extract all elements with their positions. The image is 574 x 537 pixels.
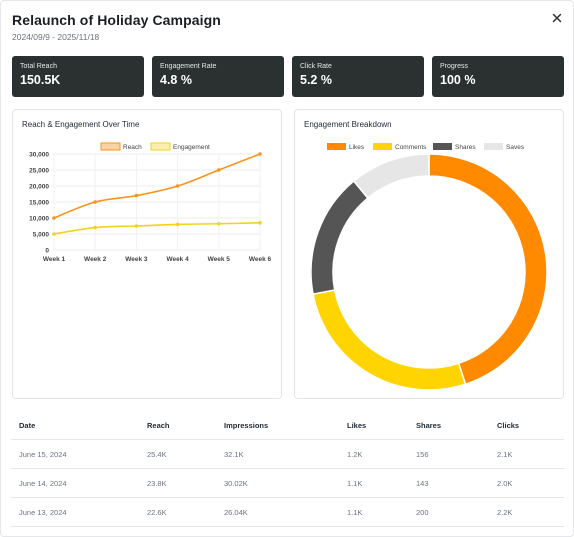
y-tick-label: 5,000 <box>33 232 50 239</box>
data-point <box>175 222 180 227</box>
legend-swatch <box>150 142 171 151</box>
slice-shares <box>310 180 369 295</box>
cell-clicks: 2.1K <box>497 450 513 459</box>
x-tick-label: Week 4 <box>166 256 189 263</box>
y-tick-label: 0 <box>45 248 49 255</box>
data-point <box>217 221 221 226</box>
cell-shares: 200 <box>416 508 429 517</box>
cell-clicks: 2.0K <box>497 479 513 488</box>
stat-value: 5.2 % <box>300 73 332 87</box>
y-tick-label: 15,000 <box>29 200 49 207</box>
x-tick-label: Week 1 <box>43 256 66 263</box>
data-point <box>134 193 139 198</box>
legend-label: Comments <box>395 144 427 151</box>
data-point <box>217 168 221 172</box>
data-point <box>93 200 97 204</box>
slice-comments <box>312 289 467 391</box>
cell-likes: 1.2K <box>347 450 363 459</box>
legend-label: Shares <box>455 144 476 151</box>
stat-label: Progress <box>440 63 469 70</box>
stat-label: Total Reach <box>20 63 57 70</box>
legend-swatch <box>100 142 121 151</box>
cell-reach: 25.4K <box>147 450 167 459</box>
cell-impressions: 30.02K <box>224 479 248 488</box>
x-tick-label: Week 2 <box>84 256 107 263</box>
legend-label: Likes <box>349 144 365 151</box>
stat-total-reach: Total Reach 150.5K <box>12 56 144 97</box>
column-header-shares: Shares <box>416 421 442 430</box>
legend-swatch <box>373 143 392 150</box>
series-line-engagement <box>53 222 261 235</box>
legend-swatch <box>327 143 346 150</box>
table-row: June 14, 2024 23.8K 30.02K 1.1K 143 2.0K <box>11 469 564 498</box>
donut-chart-card: Engagement Breakdown Likes Comments Shares… <box>294 109 564 399</box>
cell-date: June 13, 2024 <box>19 508 67 517</box>
cell-clicks: 2.2K <box>497 508 513 517</box>
legend-swatch <box>484 143 503 150</box>
campaign-date-range: 2024/09/9 - 2025/11/18 <box>12 32 100 42</box>
legend-label: Saves <box>506 144 525 151</box>
stat-progress: Progress 100 % <box>432 56 564 97</box>
cell-likes: 1.1K <box>347 479 363 488</box>
y-tick-label: 30,000 <box>29 152 49 159</box>
cell-reach: 22.6K <box>147 508 167 517</box>
donut-chart-title: Engagement Breakdown <box>304 120 392 129</box>
table-row: June 15, 2024 25.4K 32.1K 1.2K 156 2.1K <box>11 440 564 469</box>
x-tick-label: Week 3 <box>125 256 148 263</box>
line-chart-card: Reach & Engagement Over Time 30,000 25,00… <box>12 109 282 399</box>
cell-date: June 14, 2024 <box>19 479 67 488</box>
stat-value: 150.5K <box>20 73 61 87</box>
x-tick-label: Week 6 <box>249 256 272 263</box>
column-header-impressions: Impressions <box>224 421 269 430</box>
close-icon[interactable] <box>550 11 564 25</box>
cell-likes: 1.1K <box>347 508 363 517</box>
legend-label: Reach <box>123 144 142 151</box>
y-tick-label: 10,000 <box>29 216 49 223</box>
table-header: Date Reach Impressions Likes Shares Clic… <box>11 411 564 440</box>
data-point <box>93 225 97 230</box>
stat-value: 4.8 % <box>160 73 192 87</box>
campaign-modal: Relaunch of Holiday Campaign 2024/09/9 -… <box>0 0 574 537</box>
stat-label: Engagement Rate <box>160 63 217 70</box>
slice-likes <box>428 153 548 386</box>
donut-chart: Likes Comments Shares Saves <box>310 143 548 391</box>
legend-label: Engagement <box>173 144 210 151</box>
cell-reach: 23.8K <box>147 479 167 488</box>
performance-table: Date Reach Impressions Likes Shares Clic… <box>11 411 564 527</box>
cell-shares: 143 <box>416 479 429 488</box>
y-tick-label: 25,000 <box>29 168 49 175</box>
data-point <box>258 221 262 225</box>
table-row: June 13, 2024 22.6K 26.04K 1.1K 200 2.2K <box>11 498 564 527</box>
y-tick-label: 20,000 <box>29 184 49 191</box>
cell-date: June 15, 2024 <box>19 450 67 459</box>
slice-saves <box>352 153 430 200</box>
line-chart: 30,00025,00020,00015,00010,0005,0000Week… <box>29 142 272 263</box>
campaign-title: Relaunch of Holiday Campaign <box>12 12 221 28</box>
data-point <box>134 224 139 228</box>
column-header-likes: Likes <box>347 421 367 430</box>
data-point <box>52 232 56 236</box>
cell-shares: 156 <box>416 450 429 459</box>
stat-label: Click Rate <box>300 63 332 70</box>
cell-impressions: 26.04K <box>224 508 248 517</box>
x-tick-label: Week 5 <box>208 256 231 263</box>
stat-click-rate: Click Rate 5.2 % <box>292 56 424 97</box>
stat-engagement-rate: Engagement Rate 4.8 % <box>152 56 284 97</box>
column-header-date: Date <box>19 421 36 430</box>
data-point <box>175 184 180 188</box>
legend-swatch <box>433 143 452 150</box>
cell-impressions: 32.1K <box>224 450 244 459</box>
column-header-clicks: Clicks <box>497 421 520 430</box>
column-header-reach: Reach <box>147 421 170 430</box>
data-point <box>52 216 56 220</box>
stat-value: 100 % <box>440 73 476 87</box>
data-point <box>258 152 262 156</box>
line-chart-title: Reach & Engagement Over Time <box>22 120 140 129</box>
